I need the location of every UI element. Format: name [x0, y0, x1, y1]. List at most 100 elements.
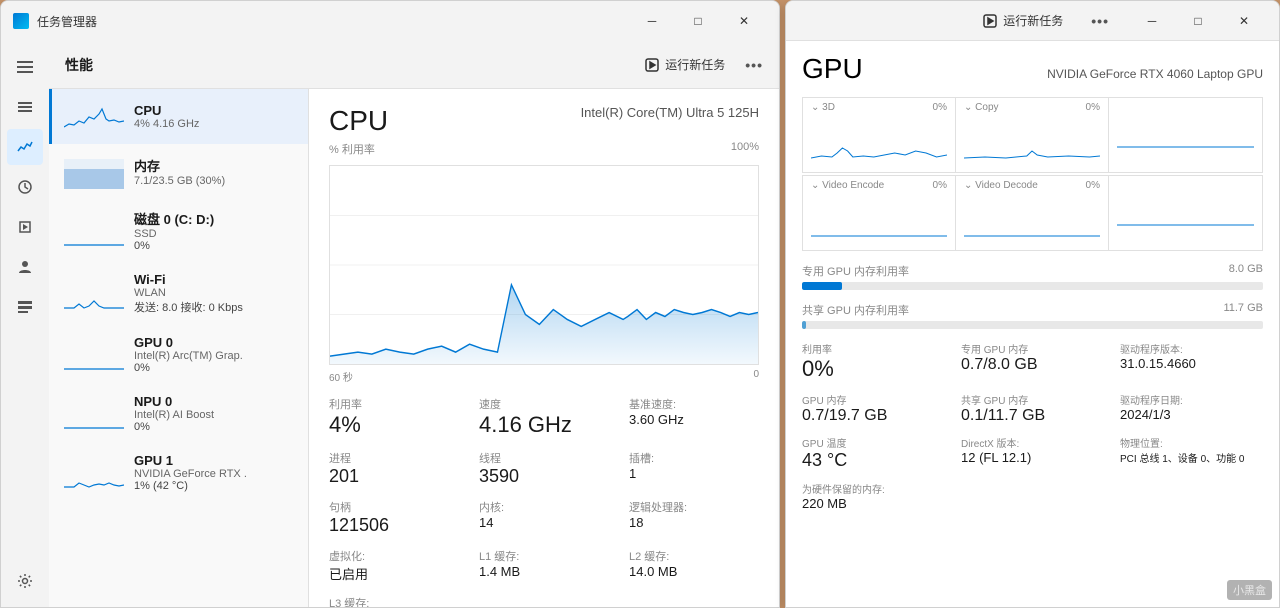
minimize-button[interactable]: ─ — [629, 5, 675, 37]
npu0-device-info: NPU 0 Intel(R) AI Boost 0% — [134, 394, 296, 433]
gpu-driver-ver-label: 驱动程序版本: — [1120, 341, 1263, 356]
dedicated-mem-track — [802, 282, 1263, 290]
gpu-empty1-chart — [1117, 102, 1254, 152]
disk-device-name: 磁盘 0 (C: D:) — [134, 209, 296, 228]
device-item-disk[interactable]: 磁盘 0 (C: D:) SSD 0% — [49, 199, 308, 262]
gpu-driver-ver-value: 31.0.15.4660 — [1120, 356, 1263, 371]
gpu-stat-temp: GPU 温度 43 °C — [802, 435, 945, 471]
sidebar-details-icon[interactable] — [7, 289, 43, 325]
device-list: CPU 4% 4.16 GHz 内存 — [49, 89, 309, 607]
stat-l2-label: L2 缓存: — [629, 548, 759, 564]
npu0-device-name: NPU 0 — [134, 394, 296, 409]
gpu1-device-sub: NVIDIA GeForce RTX . — [134, 468, 296, 480]
gpu-chart-vdecode: ⌄ Video Decode 0% — [956, 176, 1109, 250]
header-bar: 性能 运行新任务 ••• — [49, 41, 779, 89]
stat-base-speed: 基准速度: 3.60 GHz — [629, 396, 759, 438]
gpu-temp-label: GPU 温度 — [802, 435, 945, 450]
run-task-icon — [645, 58, 659, 72]
sidebar-menu-icon[interactable] — [7, 49, 43, 85]
gpu-shared-label: 共享 GPU 内存 — [961, 392, 1104, 407]
gpu0-device-usage: 0% — [134, 362, 296, 374]
stat-handle-value: 121506 — [329, 515, 459, 536]
stat-socket: 插槽: 1 — [629, 450, 759, 487]
detail-subtitle: Intel(R) Core(TM) Ultra 5 125H — [581, 105, 759, 120]
gpu-run-task-button[interactable]: 运行新任务 — [975, 8, 1071, 33]
pct-label: 100% — [731, 141, 759, 161]
gpu1-device-usage: 1% (42 °C) — [134, 480, 296, 492]
time-label-left: 60 秒 — [329, 369, 353, 384]
dedicated-mem-label-row: 专用 GPU 内存利用率 8.0 GB — [802, 263, 1263, 279]
gpu-maximize-button[interactable]: □ — [1175, 5, 1221, 37]
wifi-device-sub: WLAN — [134, 287, 296, 299]
chart-time-labels: 60 秒 0 — [329, 369, 759, 384]
more-options-button[interactable]: ••• — [745, 57, 763, 73]
maximize-button[interactable]: □ — [675, 5, 721, 37]
gpu-charts-bottom: ⌄ Video Encode 0% ⌄ Video Decode 0% — [802, 175, 1263, 251]
stat-cores-value: 14 — [479, 515, 609, 530]
sidebar-processes-icon[interactable] — [7, 89, 43, 125]
gpu0-mini-chart — [64, 337, 124, 372]
stat-logical: 逻辑处理器: 18 — [629, 499, 759, 536]
device-item-cpu[interactable]: CPU 4% 4.16 GHz — [49, 89, 308, 144]
stat-handle: 句柄 121506 — [329, 499, 459, 536]
gpu-vencode-chart — [811, 191, 947, 241]
device-item-memory[interactable]: 内存 7.1/23.5 GB (30%) — [49, 144, 308, 199]
gpu-vdecode-label: ⌄ Video Decode — [964, 180, 1038, 191]
memory-device-info: 内存 7.1/23.5 GB (30%) — [134, 156, 296, 187]
cpu-mini-chart — [64, 99, 124, 134]
gpu-dx-value: 12 (FL 12.1) — [961, 450, 1104, 465]
detail-title: CPU — [329, 105, 388, 137]
stat-process: 进程 201 — [329, 450, 459, 487]
wifi-mini-chart — [64, 276, 124, 311]
gpu-chart-vencode: ⌄ Video Encode 0% — [803, 176, 956, 250]
gpu-body: GPU NVIDIA GeForce RTX 4060 Laptop GPU ⌄… — [786, 41, 1279, 607]
gpu-3d-pct: 0% — [933, 102, 947, 113]
gpu-charts-top: ⌄ 3D 0% ⌄ Copy 0% — [802, 97, 1263, 173]
sidebar-history-icon[interactable] — [7, 169, 43, 205]
gpu-reserved-value: 220 MB — [802, 496, 945, 511]
gpu-title: GPU — [802, 53, 863, 85]
gpu-more-options-button[interactable]: ••• — [1091, 13, 1109, 29]
gpu-stat-driver-version: 驱动程序版本: 31.0.15.4660 — [1120, 341, 1263, 382]
gpu-stat-dedicated: 专用 GPU 内存 0.7/8.0 GB — [961, 341, 1104, 382]
device-item-wifi[interactable]: Wi-Fi WLAN 发送: 8.0 接收: 0 Kbps — [49, 262, 308, 325]
stat-cores: 内核: 14 — [479, 499, 609, 536]
close-button[interactable]: ✕ — [721, 5, 767, 37]
gpu-vdecode-pct: 0% — [1086, 180, 1100, 191]
sidebar-startup-icon[interactable] — [7, 209, 43, 245]
run-task-button[interactable]: 运行新任务 — [637, 52, 733, 77]
gpu-3d-chart — [811, 113, 947, 163]
stat-virtualization: 虚拟化: 已启用 — [329, 548, 459, 583]
stat-socket-label: 插槽: — [629, 450, 759, 466]
gpu-copy-chart — [964, 113, 1100, 163]
cpu-detail-panel: CPU Intel(R) Core(TM) Ultra 5 125H % 利用率… — [309, 89, 779, 607]
gpu-stat-driver-date: 驱动程序日期: 2024/1/3 — [1120, 392, 1263, 425]
wifi-device-info: Wi-Fi WLAN 发送: 8.0 接收: 0 Kbps — [134, 272, 296, 315]
shared-mem-label-row: 共享 GPU 内存利用率 11.7 GB — [802, 302, 1263, 318]
gpu-window-controls: ─ □ ✕ — [1129, 5, 1267, 37]
cpu-chart — [329, 165, 759, 365]
stat-cores-label: 内核: — [479, 499, 609, 515]
cpu-device-info: CPU 4% 4.16 GHz — [134, 103, 296, 130]
stat-thread: 线程 3590 — [479, 450, 609, 487]
gpu-vencode-label: ⌄ Video Encode — [811, 180, 884, 191]
gpu-close-button[interactable]: ✕ — [1221, 5, 1267, 37]
gpu-minimize-button[interactable]: ─ — [1129, 5, 1175, 37]
shared-mem-value: 11.7 GB — [1223, 302, 1263, 318]
stat-handle-label: 句柄 — [329, 499, 459, 515]
npu0-device-usage: 0% — [134, 421, 296, 433]
sidebar-users-icon[interactable] — [7, 249, 43, 285]
cpu-device-name: CPU — [134, 103, 296, 118]
npu0-mini-chart — [64, 396, 124, 431]
gpu-mem-label: GPU 内存 — [802, 392, 945, 407]
title-bar: 任务管理器 ─ □ ✕ — [1, 1, 779, 41]
device-item-gpu0[interactable]: GPU 0 Intel(R) Arc(TM) Grap. 0% — [49, 325, 308, 384]
shared-mem-fill — [802, 321, 806, 329]
device-item-gpu1[interactable]: GPU 1 NVIDIA GeForce RTX . 1% (42 °C) — [49, 443, 308, 502]
device-item-npu0[interactable]: NPU 0 Intel(R) AI Boost 0% — [49, 384, 308, 443]
wifi-device-usage: 发送: 8.0 接收: 0 Kbps — [134, 299, 296, 315]
sidebar-performance-icon[interactable] — [7, 129, 43, 165]
sidebar-settings-icon[interactable] — [7, 563, 43, 599]
gpu-mem-value: 0.7/19.7 GB — [802, 407, 945, 425]
main-content: 性能 运行新任务 ••• — [1, 41, 779, 607]
